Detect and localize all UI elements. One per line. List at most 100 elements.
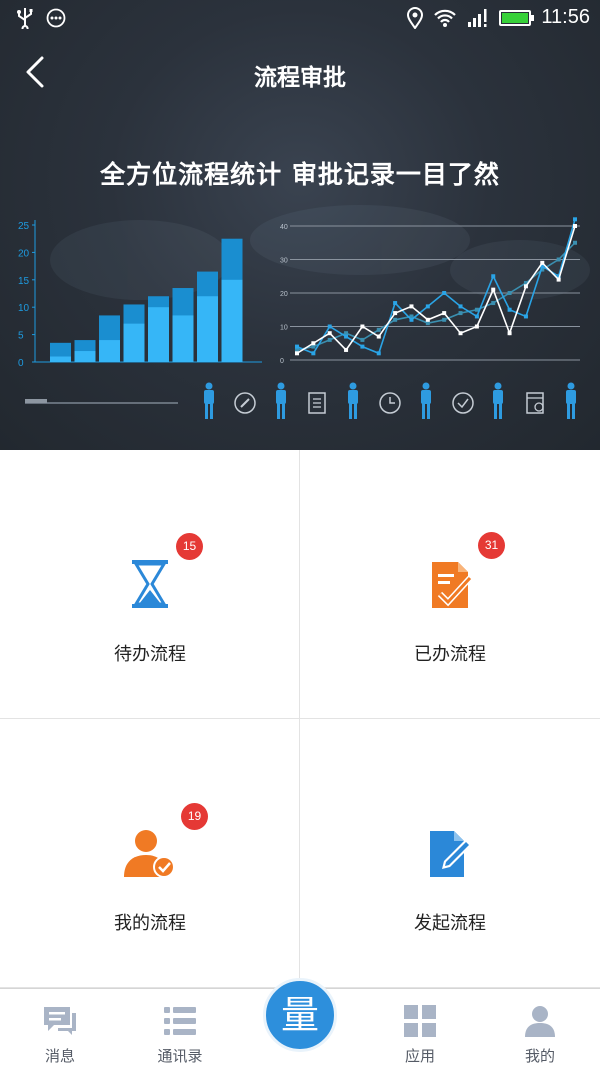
line-point xyxy=(409,317,414,322)
wifi-icon xyxy=(434,9,457,27)
my-process-cell[interactable]: 19 我的流程 xyxy=(0,719,300,988)
more-circle-icon xyxy=(46,8,66,28)
line-point xyxy=(311,351,316,356)
pending-process-cell[interactable]: 15 待办流程 xyxy=(0,450,300,719)
bar-light xyxy=(74,351,96,362)
person-figure-icon xyxy=(276,382,286,419)
bar-light xyxy=(50,356,71,362)
line-point xyxy=(491,274,496,279)
tab-me[interactable]: 我的 xyxy=(480,989,600,1067)
check-circle-icon xyxy=(452,392,474,414)
bar-light xyxy=(148,307,169,362)
tab-label: 应用 xyxy=(404,1047,435,1065)
usb-icon xyxy=(17,8,33,29)
line-point xyxy=(295,351,299,356)
header-banner: 11:56 流程审批 全方位流程统计 审批记录一目了然 25 20 15 10 5 0 xyxy=(0,0,600,450)
line-point xyxy=(344,334,349,339)
line-point xyxy=(458,304,463,309)
nav-bar: 流程审批 xyxy=(0,38,600,108)
line-point xyxy=(311,341,316,346)
list-icon xyxy=(164,1007,196,1035)
done-label: 已办流程 xyxy=(414,644,486,665)
bar-chart-tick-label: 15 xyxy=(18,276,30,287)
pending-badge: 15 xyxy=(176,533,203,560)
line-point xyxy=(393,317,398,322)
line-point xyxy=(442,291,447,295)
line-point xyxy=(344,347,349,352)
line-point xyxy=(376,327,381,332)
bar-light xyxy=(123,323,145,362)
status-time: 11:56 xyxy=(541,6,590,28)
signal-icon xyxy=(468,8,487,27)
document-icon xyxy=(308,392,326,414)
clock-icon xyxy=(379,392,401,414)
line-point xyxy=(556,257,561,262)
my-badge: 19 xyxy=(181,803,208,830)
person-icon xyxy=(525,1006,555,1037)
banner-charts: 2520151050 403020100 xyxy=(18,205,590,419)
battery-icon xyxy=(499,9,535,26)
line-point xyxy=(507,291,512,295)
bar-light xyxy=(197,296,218,362)
line-point xyxy=(491,287,496,292)
tab-label: 我的 xyxy=(524,1047,555,1065)
line-point xyxy=(523,284,528,289)
done-process-cell[interactable]: 31 已办流程 xyxy=(300,450,600,719)
line-point xyxy=(458,311,463,316)
line-point xyxy=(540,260,545,265)
document-check-icon xyxy=(432,562,473,608)
line-chart-tick-label: 0 xyxy=(280,358,284,365)
bar-chart-tick-label: 5 xyxy=(18,331,24,342)
line-point xyxy=(425,317,430,322)
document-edit-icon xyxy=(430,831,472,877)
person-figure-icon xyxy=(421,382,431,419)
location-icon xyxy=(407,6,424,29)
bar-chart-tick-label: 25 xyxy=(18,221,30,232)
bar-chart-tick-label: 10 xyxy=(18,303,30,314)
line-point xyxy=(523,314,528,319)
line-chart-tick-label: 40 xyxy=(280,224,288,231)
pending-label: 待办流程 xyxy=(114,644,186,665)
process-timeline xyxy=(204,382,576,419)
line-point xyxy=(474,324,479,329)
status-bar: 11:56 xyxy=(0,0,600,38)
bar-light xyxy=(172,315,194,362)
done-badge: 31 xyxy=(478,532,505,559)
apps-icon xyxy=(404,1005,436,1037)
line-point xyxy=(327,337,332,342)
line-point xyxy=(393,301,398,306)
hourglass-icon xyxy=(132,560,168,608)
line-chart-tick-label: 30 xyxy=(280,258,288,265)
line-point xyxy=(360,344,365,349)
calendar-icon xyxy=(526,392,544,414)
line-point xyxy=(573,217,577,222)
line-point xyxy=(295,344,299,349)
chat-icon xyxy=(44,1007,76,1035)
bar-light xyxy=(221,279,243,362)
line-point xyxy=(442,317,447,322)
line-point xyxy=(507,331,512,336)
person-figure-icon xyxy=(493,382,503,419)
tab-messages[interactable]: 消息 xyxy=(0,989,120,1067)
line-chart-tick-label: 20 xyxy=(280,291,288,298)
line-point xyxy=(360,324,365,329)
line-point xyxy=(409,304,414,309)
tab-contacts[interactable]: 通讯录 xyxy=(120,989,240,1067)
function-grid: 15 待办流程 31 已办流程 19 我的流程 发起流程 xyxy=(0,450,600,988)
bar-chart-footer-line xyxy=(25,399,178,404)
line-point xyxy=(376,334,381,339)
person-figure-icon xyxy=(204,382,214,419)
line-point xyxy=(491,301,496,306)
line-point xyxy=(376,351,381,356)
line-point xyxy=(573,240,577,245)
line-point xyxy=(442,311,447,316)
line-chart-tick-label: 10 xyxy=(280,325,288,332)
line-point xyxy=(573,224,577,228)
person-figure-icon xyxy=(566,382,576,419)
center-action-button[interactable]: 量 xyxy=(263,978,337,1052)
tab-apps[interactable]: 应用 xyxy=(360,989,480,1067)
person-figure-icon xyxy=(348,382,358,419)
tab-label: 消息 xyxy=(44,1047,75,1065)
bar-chart-tick-label: 0 xyxy=(18,358,24,369)
start-process-cell[interactable]: 发起流程 xyxy=(300,719,600,988)
